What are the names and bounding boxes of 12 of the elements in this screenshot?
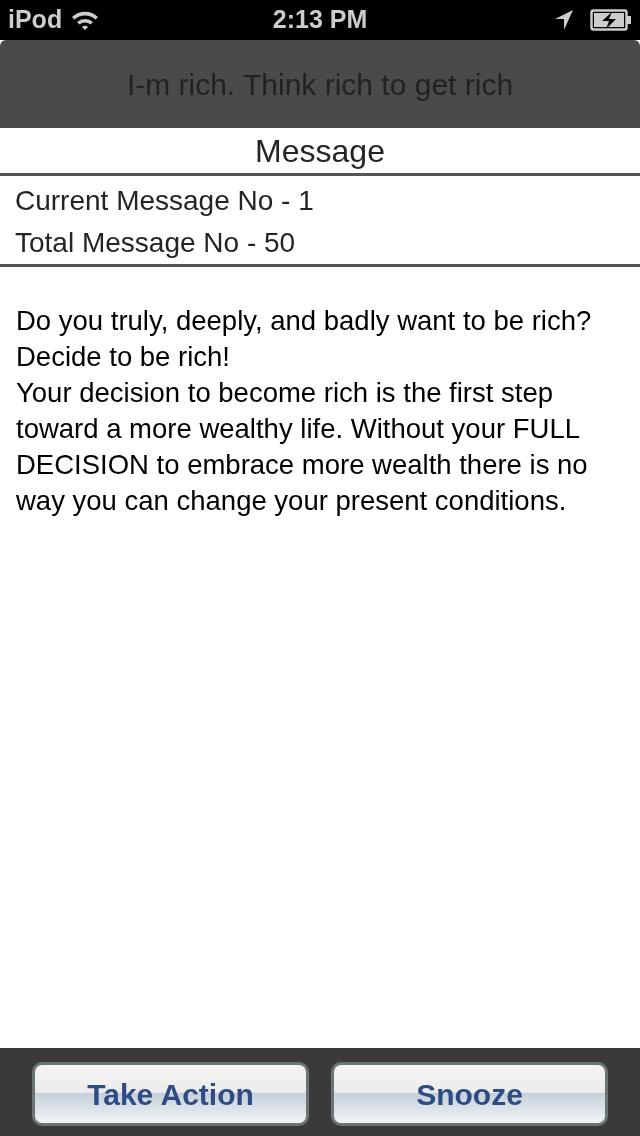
message-text: Decide to be rich! — [16, 340, 231, 374]
message-text: Do you truly, deeply, and badly want to be rich? — [16, 304, 593, 338]
message-text: Your decision to become rich is the first step toward a more wealthy life. Without your FULL DECISION to embrace more wealth there is no way you can change your present conditions. — [16, 376, 589, 518]
section-title: Message — [255, 131, 385, 171]
time-label: 2:13 PM — [272, 4, 368, 36]
action-button[interactable]: Snooze — [331, 1062, 608, 1126]
carrier-label: iPod — [8, 4, 63, 36]
action-button[interactable]: Take Action — [32, 1062, 309, 1126]
location-arrow-icon — [554, 9, 574, 31]
battery-charging-icon — [590, 9, 632, 31]
info-text: Total Message No - 50 — [14, 226, 297, 260]
info-text: Current Message No - 1 — [14, 184, 315, 218]
